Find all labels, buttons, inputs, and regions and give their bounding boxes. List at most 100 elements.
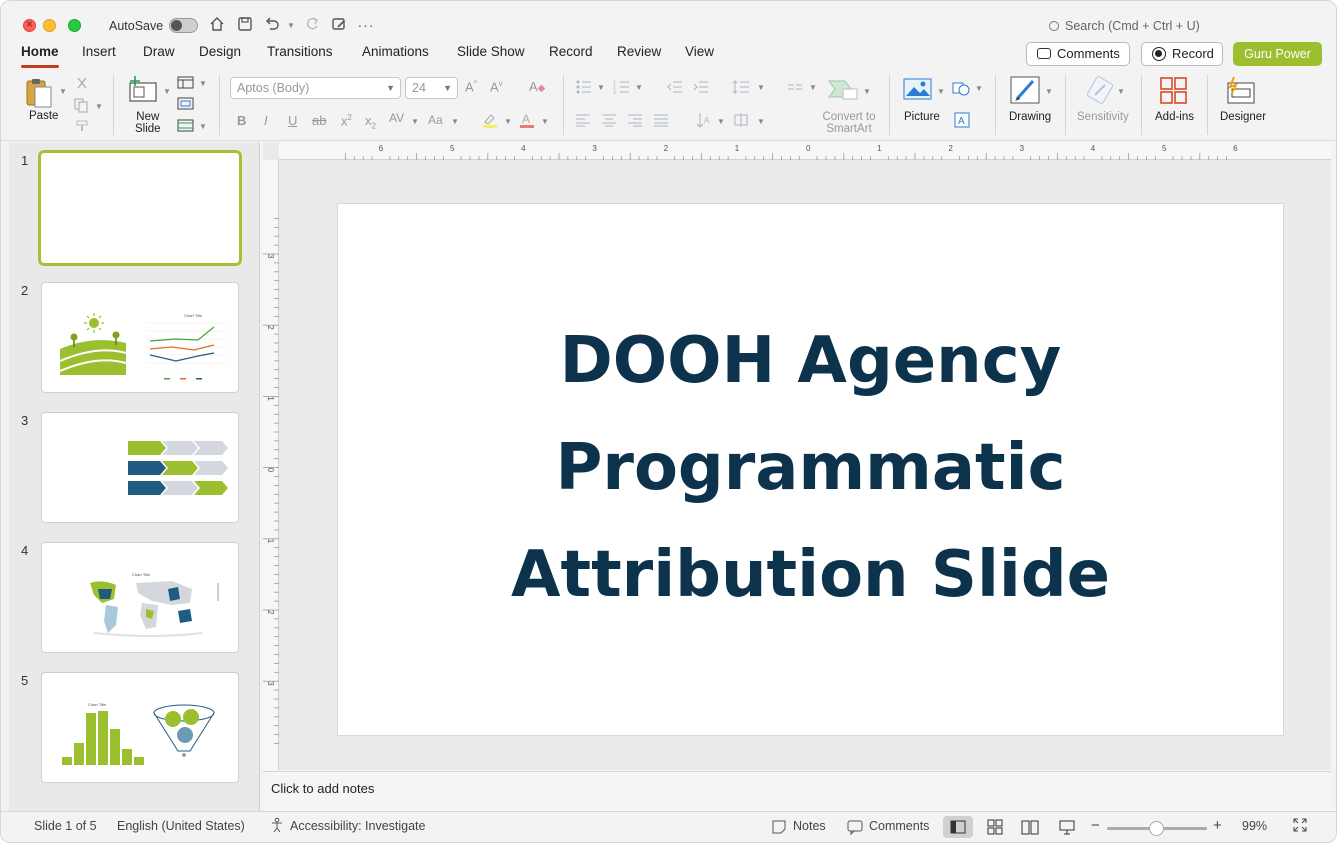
align-right-icon[interactable] <box>627 113 643 130</box>
undo-dropdown-icon[interactable]: ▼ <box>287 21 295 30</box>
underline-icon[interactable]: U <box>288 113 297 128</box>
notes-toggle[interactable]: Notes <box>793 819 826 833</box>
tab-record[interactable]: Record <box>549 44 593 59</box>
slide-thumbnail-3[interactable] <box>41 412 239 523</box>
tab-design[interactable]: Design <box>199 44 241 59</box>
font-size-dropdown[interactable]: 24 ▼ <box>405 77 458 99</box>
copy-dropdown-icon[interactable]: ▼ <box>95 102 103 111</box>
undo-icon[interactable] <box>262 15 282 35</box>
slide-sorter-button[interactable] <box>980 816 1010 838</box>
tab-view[interactable]: View <box>685 44 714 59</box>
slide-title[interactable]: DOOH Agency Programmatic Attribution Sli… <box>338 308 1283 629</box>
comments-button[interactable]: Comments <box>1026 42 1130 66</box>
comments-toggle[interactable]: Comments <box>869 819 929 833</box>
designer-icon[interactable] <box>1224 75 1258 110</box>
section-icon[interactable] <box>177 119 195 136</box>
chevron-down-icon[interactable]: ▼ <box>809 83 817 92</box>
columns-icon[interactable] <box>787 81 803 96</box>
customize-icon[interactable] <box>329 15 349 35</box>
autosave-toggle[interactable] <box>169 18 198 33</box>
superscript-icon[interactable]: x2 <box>341 113 352 128</box>
smartart-icon[interactable] <box>827 77 859 104</box>
change-case-icon[interactable]: Aa <box>428 113 443 127</box>
paste-icon[interactable] <box>25 77 61 112</box>
strikethrough-icon[interactable]: ab <box>312 113 326 128</box>
save-icon[interactable] <box>235 15 255 35</box>
chevron-down-icon[interactable]: ▼ <box>937 87 945 96</box>
maximize-window-button[interactable] <box>68 19 81 32</box>
slide-thumbnail-2[interactable]: Chart Title <box>41 282 239 393</box>
fit-to-window-icon[interactable] <box>1292 817 1308 836</box>
copy-icon[interactable] <box>73 97 89 116</box>
slide-thumbnail-5[interactable]: Chart Title <box>41 672 239 783</box>
minimize-window-button[interactable] <box>43 19 56 32</box>
guru-power-button[interactable]: Guru Power <box>1233 42 1322 66</box>
zoom-slider-handle[interactable] <box>1149 821 1164 836</box>
redo-icon[interactable] <box>302 15 322 35</box>
chevron-down-icon[interactable]: ▼ <box>411 117 419 126</box>
italic-icon[interactable]: I <box>264 113 268 128</box>
chevron-down-icon[interactable]: ▼ <box>597 83 605 92</box>
zoom-level[interactable]: 99% <box>1242 819 1267 833</box>
chevron-down-icon[interactable]: ▼ <box>975 84 983 93</box>
home-icon[interactable] <box>207 15 227 35</box>
close-window-button[interactable] <box>23 17 36 32</box>
chevron-down-icon[interactable]: ▼ <box>504 117 512 126</box>
tab-transitions[interactable]: Transitions <box>267 44 333 59</box>
tab-review[interactable]: Review <box>617 44 661 59</box>
font-color-icon[interactable]: A <box>518 111 536 132</box>
layout-icon[interactable] <box>177 76 195 93</box>
clear-formatting-icon[interactable]: A◆ <box>529 79 545 94</box>
format-painter-icon[interactable] <box>75 119 89 136</box>
increase-indent-icon[interactable] <box>693 79 709 98</box>
layout-dropdown-icon[interactable]: ▼ <box>199 79 207 88</box>
search-box[interactable]: Search (Cmd + Ctrl + U) <box>1049 19 1200 33</box>
subscript-icon[interactable]: x2 <box>365 113 376 131</box>
text-direction-icon[interactable]: A <box>695 111 713 132</box>
sensitivity-icon[interactable] <box>1085 75 1115 108</box>
tab-home[interactable]: Home <box>21 44 59 68</box>
slide-thumbnail-1[interactable] <box>38 150 242 266</box>
font-name-dropdown[interactable]: Aptos (Body) ▼ <box>230 77 401 99</box>
shapes-icon[interactable] <box>951 79 973 102</box>
new-slide-icon[interactable] <box>127 75 159 108</box>
decrease-indent-icon[interactable] <box>667 79 683 98</box>
tab-animations[interactable]: Animations <box>362 44 429 59</box>
zoom-in-button[interactable]: + <box>1213 817 1222 834</box>
vertical-ruler[interactable]: 3 2 1 0 1 2 3 <box>263 160 279 770</box>
chevron-down-icon[interactable]: ▼ <box>541 117 549 126</box>
current-slide[interactable]: DOOH Agency Programmatic Attribution Sli… <box>337 203 1284 736</box>
chevron-down-icon[interactable]: ▼ <box>451 117 459 126</box>
paste-dropdown-icon[interactable]: ▼ <box>59 87 67 96</box>
chevron-down-icon[interactable]: ▼ <box>757 117 765 126</box>
decrease-font-size-icon[interactable]: Av <box>490 79 503 94</box>
line-spacing-icon[interactable] <box>732 79 750 98</box>
justify-icon[interactable] <box>653 113 669 130</box>
more-icon[interactable]: ··· <box>356 15 376 35</box>
language-indicator[interactable]: English (United States) <box>117 819 245 833</box>
chevron-down-icon[interactable]: ▼ <box>757 83 765 92</box>
tab-draw[interactable]: Draw <box>143 44 175 59</box>
horizontal-ruler[interactable]: 6 5 4 3 2 1 0 1 2 3 4 5 6 <box>279 142 1331 160</box>
chevron-down-icon[interactable]: ▼ <box>1045 87 1053 96</box>
chevron-down-icon[interactable]: ▼ <box>863 87 871 96</box>
tab-slide-show[interactable]: Slide Show <box>457 44 525 59</box>
slide-show-button[interactable] <box>1052 816 1082 838</box>
drawing-icon[interactable] <box>1009 75 1043 110</box>
align-text-icon[interactable] <box>732 111 750 132</box>
increase-font-size-icon[interactable]: A^ <box>465 79 477 94</box>
zoom-out-button[interactable]: − <box>1091 817 1100 834</box>
cut-icon[interactable] <box>75 76 89 93</box>
normal-view-button[interactable] <box>943 816 973 838</box>
record-button[interactable]: Record <box>1141 42 1223 66</box>
chevron-down-icon[interactable]: ▼ <box>1117 87 1125 96</box>
numbering-icon[interactable]: 123 <box>613 79 631 98</box>
bold-icon[interactable]: B <box>237 113 246 128</box>
highlight-icon[interactable] <box>481 111 499 132</box>
character-spacing-icon[interactable]: AV <box>389 111 404 125</box>
reset-icon[interactable] <box>177 97 195 114</box>
add-ins-icon[interactable] <box>1159 76 1189 109</box>
section-dropdown-icon[interactable]: ▼ <box>199 122 207 131</box>
tab-insert[interactable]: Insert <box>82 44 116 59</box>
slide-thumbnail-4[interactable]: Chart Title <box>41 542 239 653</box>
